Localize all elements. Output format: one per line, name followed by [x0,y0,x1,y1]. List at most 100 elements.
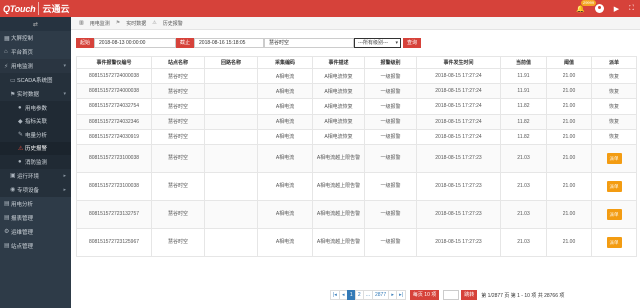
goto-page-input[interactable] [443,290,460,300]
table-cell: 一级报警 [364,199,417,229]
bell-icon[interactable]: 🔔 29999 [576,0,597,13]
page-button[interactable]: 2877 [371,290,390,300]
sidebar-toggle-icon[interactable]: ⇄ [0,17,71,31]
table-row[interactable]: 808151572724000038 慧谷时空 A相电流 A相电流恢复 一级报警 2018… [76,83,637,100]
start-date-input[interactable]: 2018-08-13 00:00:00 [94,38,177,48]
column-header: 事件报警仪编号 [76,56,152,69]
dispatch-button[interactable]: 派单 [606,152,622,164]
level-select[interactable]: ---所有级别--- [354,38,402,48]
table-cell: 808151572723100038 [76,143,152,173]
report-icon: ▤ [4,215,10,221]
sidebar-item-energy-analysis[interactable]: ✎ 电量分析 [0,128,71,142]
table-cell: 一级报警 [364,171,417,201]
lightning-icon: ⚡ [4,63,9,70]
sidebar-item-label: 站点管理 [11,243,34,250]
table-row[interactable]: 808151572723100038 慧谷时空 A相电流 A相电流越上限告警 一级报警 2… [76,171,637,201]
notification-badge: 29999 [580,0,597,6]
table-cell: 21.00 [546,143,592,173]
table-cell: 慧谷时空 [151,199,205,229]
table-cell: 21.03 [500,171,547,201]
breadcrumb-item[interactable]: 实时数据 [126,20,146,27]
sidebar-item-environment[interactable]: ▣ 运行环境 ▸ [0,168,71,183]
dashboard-icon: ▦ [4,35,10,42]
table-cell: 慧谷时空 [151,98,205,115]
flag-icon: ⚑ [115,20,121,26]
table-row[interactable]: 808151572723132757 慧谷时空 A相电流 A相电流越上限告警 一级报警 2… [76,199,637,229]
sidebar-item-sites[interactable]: ▤ 站点管理 [0,239,71,253]
sidebar-item-scada[interactable]: ▭ SCADA系统图 [0,73,71,87]
table-cell: 808151572724000038 [76,83,152,100]
column-header: 报警级别 [364,56,417,69]
table-cell [204,98,258,115]
table-cell: 2018-08-15 17:27:23 [416,227,501,257]
flag-icon: ⚑ [10,91,16,98]
table-row[interactable]: 808151572724030919 慧谷时空 A相电流 A相电流恢复 一级报警 2018… [76,128,637,145]
page-size-select[interactable]: 每页 10 项 [409,290,440,300]
sidebar-item-label: 历史报警 [25,146,48,153]
table-row[interactable]: 808151572724000038 慧谷时空 A相电流 A相电流恢复 一级报警 2018… [76,67,637,85]
dispatch-button[interactable]: 派单 [606,180,622,192]
site-input[interactable]: 慧谷时空 [264,38,355,48]
gear-icon: ⚙ [4,229,10,235]
dispatch-button[interactable]: 派单 [606,208,622,220]
sidebar-item-operations[interactable]: ⚙ 运维管理 [0,225,71,239]
warning-icon: ⚠ [152,20,157,26]
table-cell: 2018-08-15 17:27:24 [416,98,501,115]
goto-button[interactable]: 跳转 [461,290,478,300]
sidebar-item-home[interactable]: ⌂ 平台首页 [0,45,71,59]
table-cell: A相电流 [257,113,313,130]
last-page-button[interactable]: ▸| [396,290,406,300]
table-cell: 808151572724000038 [76,67,152,85]
table-cell [204,113,258,130]
breadcrumb-item[interactable]: 用电监测 [90,20,110,27]
end-label: 截止 [176,38,195,48]
table-cell: 一级报警 [364,83,417,100]
table-cell: 11.91 [500,83,547,100]
sidebar-item-power-params[interactable]: ● 用电参数 [0,101,71,115]
sidebar-item-index-relation[interactable]: ◆ 指标关联 [0,114,71,128]
app-logo[interactable]: QTouch 云通云 [3,2,69,15]
end-date-input[interactable]: 2018-08-16 15:18:05 [194,38,265,48]
sidebar-item-power-monitor[interactable]: ⚡ 用电监测 ▾ [0,59,71,73]
dispatch-button[interactable]: 派单 [606,236,622,248]
table-cell: A相电流恢复 [312,113,365,130]
table-row[interactable]: 808151572724032754 慧谷时空 A相电流 A相电流恢复 一级报警 2018… [76,98,637,115]
chevron-right-icon: ▸ [63,186,66,193]
sidebar-item-realtime[interactable]: ⚑ 实时数据 ▾ [0,87,71,101]
table-cell [204,171,258,201]
avatar[interactable] [594,4,604,13]
column-header: 回路名称 [204,56,258,69]
table-cell: 2018-08-15 17:27:24 [416,128,501,145]
sidebar-item-special-equipment[interactable]: ◉ 专项设备 ▸ [0,182,71,197]
table-cell: 2018-08-15 17:27:24 [416,67,501,85]
table-cell: A相电流 [257,67,313,85]
column-header: 当前值 [500,56,547,69]
list-icon: ▤ [4,243,10,249]
sidebar-item-reports[interactable]: ▤ 报表管理 [0,211,71,225]
table-cell [204,143,258,173]
sidebar-item-label: 运维管理 [11,229,34,236]
table-cell: A相电流越上限告警 [312,199,365,229]
table-cell: 恢复 [591,83,637,100]
table-row[interactable]: 808151572723125967 慧谷时空 A相电流 A相电流越上限告警 一级报警 2… [76,227,637,257]
sidebar-item-history-alarm[interactable]: ⚠ 历史报警 [0,141,71,155]
play-icon[interactable]: ▶ [614,5,619,13]
sidebar-item-label: 平台首页 [11,50,34,56]
table-cell [204,227,258,257]
table-cell: A相电流恢复 [312,128,365,145]
search-button[interactable]: 查询 [403,38,422,48]
table-row[interactable]: 808151572724032346 慧谷时空 A相电流 A相电流恢复 一级报警 2018… [76,113,637,130]
table-cell: 11.82 [500,113,547,130]
sidebar-item-fire-monitor[interactable]: ● 消防监测 [0,155,71,169]
fullscreen-icon[interactable]: ⛶ [629,5,634,13]
top-icons: 🔔 29999 ▶ ⛶ [576,0,634,17]
table-cell: 慧谷时空 [151,143,205,173]
sidebar-item-power-analysis[interactable]: ▤ 用电分析 [0,197,71,211]
sidebar-item-big-screen[interactable]: ▦ 大屏控制 [0,31,71,45]
sidebar-item-label: SCADA系统图 [17,78,53,84]
table-cell: A相电流恢复 [312,83,365,100]
table-row[interactable]: 808151572723100038 慧谷时空 A相电流 A相电流越上限告警 一级报警 2… [76,143,637,173]
table-cell: A相电流 [257,171,313,201]
table-cell: 慧谷时空 [151,113,205,130]
warning-icon: ⚠ [18,145,24,152]
